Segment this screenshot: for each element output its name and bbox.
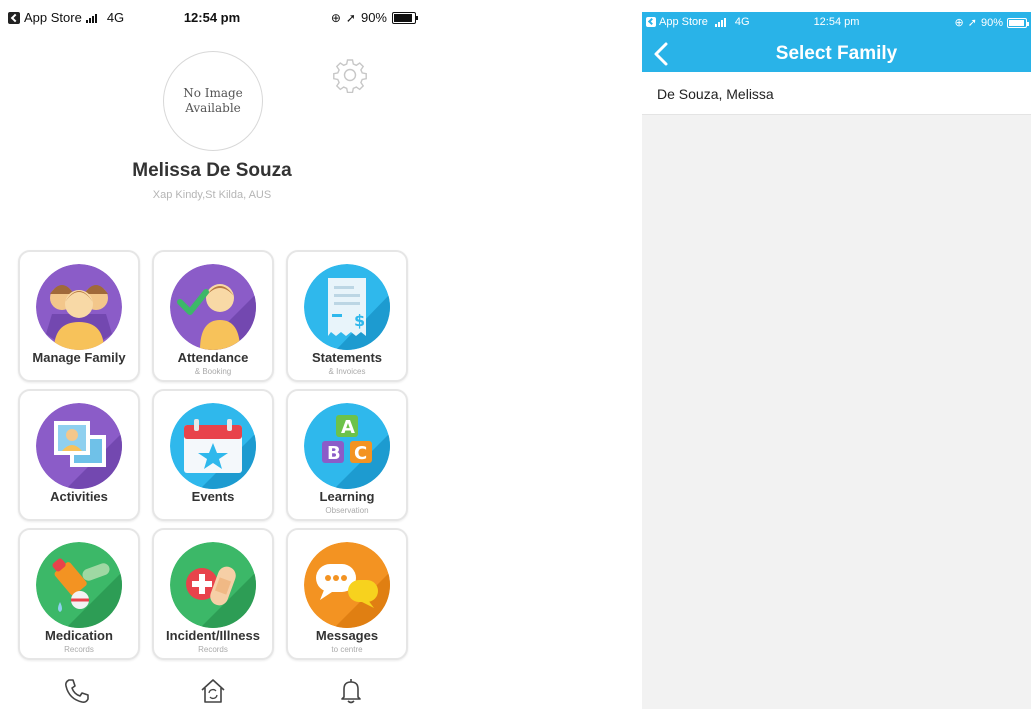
avatar[interactable]: No Image Available: [163, 51, 263, 151]
svg-text:B: B: [327, 443, 341, 464]
statement-icon: $: [304, 264, 390, 350]
attendance-icon: [170, 264, 256, 350]
tile-events[interactable]: Events: [152, 389, 274, 521]
status-bar: App Store 4G 12:54 pm ⊕ ➚ 90%: [0, 0, 424, 34]
chat-bubbles-icon: [304, 542, 390, 628]
battery-icon: [1007, 17, 1029, 28]
battery-percent: 90%: [360, 10, 387, 25]
photos-icon: [36, 403, 122, 489]
orientation-lock-icon: ⊕: [954, 17, 964, 29]
tile-label: Learning: [319, 489, 375, 504]
tile-label: Medication: [45, 628, 113, 643]
tile-incident-illness[interactable]: Incident/Illness Records: [152, 528, 274, 660]
avatar-placeholder-line2: Available: [185, 101, 241, 115]
avatar-placeholder-line1: No Image: [183, 86, 243, 100]
calendar-icon: [170, 403, 256, 489]
list-item[interactable]: De Souza, Melissa: [642, 72, 1031, 115]
bell-icon[interactable]: [336, 676, 366, 706]
orientation-lock-icon: ⊕: [330, 10, 341, 25]
location-icon: ➚: [345, 10, 356, 25]
tile-sub: Observation: [325, 506, 369, 515]
family-icon: [36, 264, 122, 350]
tile-messages[interactable]: Messages to centre: [286, 528, 408, 660]
bottom-nav: [0, 672, 424, 709]
first-aid-icon: [170, 542, 256, 628]
tile-label: Manage Family: [32, 350, 126, 365]
tile-learning[interactable]: A B C Learning Observation: [286, 389, 408, 521]
gear-icon[interactable]: [332, 57, 368, 93]
tile-label: Statements: [311, 350, 383, 365]
page-title: Select Family: [775, 43, 898, 64]
tile-sub: & Invoices: [328, 367, 366, 376]
tile-manage-family[interactable]: Manage Family: [18, 250, 140, 382]
tile-label: Events: [191, 489, 235, 504]
svg-text:A: A: [341, 417, 355, 438]
svg-text:C: C: [354, 443, 367, 464]
tile-sub: to centre: [331, 645, 363, 654]
tile-sub: Records: [64, 645, 94, 654]
tile-activities[interactable]: Activities: [18, 389, 140, 521]
tile-sub: Records: [198, 645, 228, 654]
phone-icon[interactable]: [62, 676, 92, 706]
tile-attendance[interactable]: Attendance & Booking: [152, 250, 274, 382]
tile-label: Incident/Illness: [166, 628, 260, 643]
tile-medication[interactable]: Medication Records: [18, 528, 140, 660]
status-bar: App Store 4G 12:54 pm ⊕ ➚ 90%: [642, 12, 1031, 32]
header-bar: App Store 4G 12:54 pm ⊕ ➚ 90% Select Fam…: [642, 12, 1031, 72]
tile-label: Messages: [315, 628, 379, 643]
tile-statements[interactable]: $ Statements & Invoices: [286, 250, 408, 382]
select-family-screen: App Store 4G 12:54 pm ⊕ ➚ 90% Select Fam…: [642, 12, 1031, 709]
location-icon: ➚: [967, 17, 977, 29]
abc-blocks-icon: A B C: [304, 403, 390, 489]
medication-icon: [36, 542, 122, 628]
home-screen: App Store 4G 12:54 pm ⊕ ➚ 90% No Image A…: [0, 0, 424, 709]
tile-label: Attendance: [177, 350, 249, 365]
battery-icon: [392, 11, 418, 24]
tile-sub: & Booking: [194, 367, 232, 376]
tile-label: Activities: [50, 489, 108, 504]
battery-percent: 90%: [980, 16, 1003, 29]
user-name: Melissa De Souza: [132, 160, 292, 181]
home-sync-icon[interactable]: [198, 676, 228, 706]
svg-text:$: $: [354, 311, 365, 330]
user-location: Xap Kindy,St Kilda, AUS: [152, 189, 272, 201]
family-name: De Souza, Melissa: [657, 86, 774, 102]
